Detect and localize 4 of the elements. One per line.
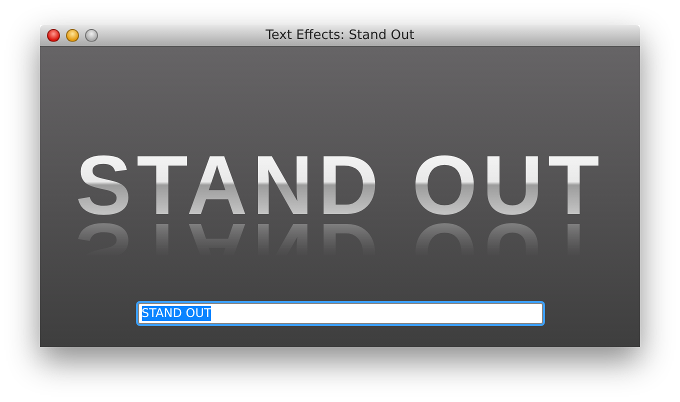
minimize-button[interactable] bbox=[66, 29, 79, 42]
window-title: Text Effects: Stand Out bbox=[264, 28, 416, 43]
close-button[interactable] bbox=[47, 29, 60, 42]
input-field[interactable]: STAND OUT bbox=[138, 303, 542, 324]
